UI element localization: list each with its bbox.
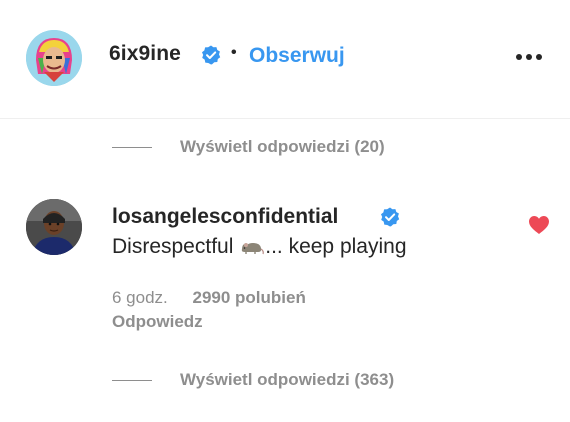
view-replies-label: Wyświetl odpowiedzi (363) — [180, 370, 395, 389]
view-replies-button[interactable]: Wyświetl odpowiedzi (20) — [112, 135, 385, 159]
comment-meta: 6 godz. 2990 polubień — [112, 288, 306, 308]
view-replies-label: Wyświetl odpowiedzi (20) — [180, 137, 385, 156]
replies-divider — [112, 146, 152, 148]
avatar[interactable] — [26, 30, 82, 86]
comment-text-end: ... keep playing — [265, 235, 407, 258]
comment-likes-count[interactable]: 2990 polubień — [193, 288, 306, 307]
rat-emoji-icon — [242, 243, 265, 255]
commenter-username[interactable]: losangelesconfidential — [112, 205, 338, 229]
comment-text: Disrespectful ... keep playing — [112, 235, 407, 259]
verified-badge-icon — [381, 207, 400, 227]
verified-badge-icon — [202, 45, 221, 65]
post-author-username[interactable]: 6ix9ine — [109, 42, 181, 66]
more-options-icon[interactable] — [514, 50, 544, 64]
avatar-image — [26, 30, 82, 86]
separator-dot: • — [231, 44, 237, 61]
view-replies-button[interactable]: Wyświetl odpowiedzi (363) — [112, 368, 394, 392]
comment-timestamp[interactable]: 6 godz. — [112, 288, 168, 307]
commenter-avatar[interactable] — [26, 199, 82, 255]
comment-text-start: Disrespectful — [112, 235, 234, 258]
post-header: 6ix9ine • Obserwuj — [0, 0, 570, 119]
reply-button[interactable]: Odpowiedz — [112, 312, 203, 332]
like-heart-icon[interactable] — [528, 215, 550, 235]
avatar-image — [26, 199, 82, 255]
replies-divider — [112, 379, 152, 381]
follow-button[interactable]: Obserwuj — [249, 44, 345, 68]
